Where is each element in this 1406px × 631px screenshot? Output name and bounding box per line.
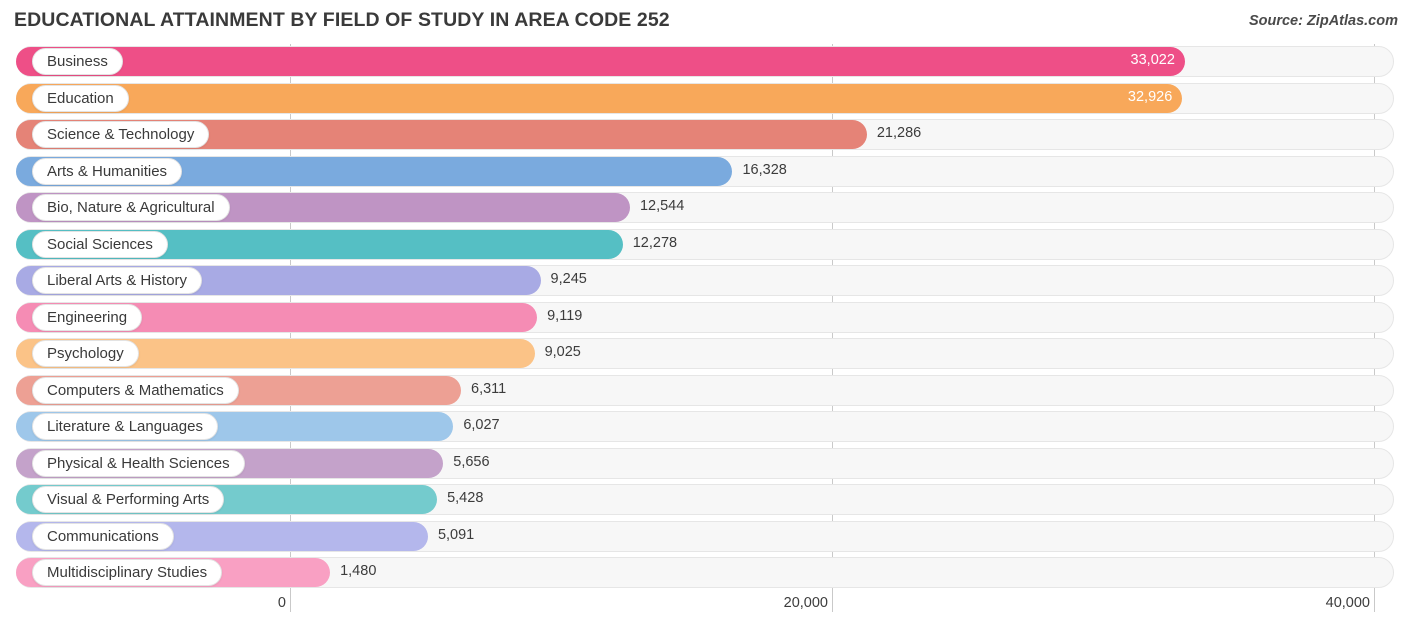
bar-value-label: 6,027: [463, 417, 500, 433]
axis-tick-line: [1374, 592, 1375, 612]
bar[interactable]: [16, 83, 1183, 113]
bar-row: Business 33,022: [0, 44, 1406, 81]
bar-row: Physical & Health Sciences 5,656: [0, 446, 1406, 483]
bar-row: Literature & Languages 6,027: [0, 409, 1406, 446]
bar-label-pill: Literature & Languages: [32, 413, 218, 440]
bar-label-pill: Computers & Mathematics: [32, 376, 239, 404]
bar-rows: Business 33,022 Education 32,926 Science & T…: [0, 44, 1406, 592]
bar-label: Liberal Arts & History: [47, 272, 188, 289]
bar-value-label: 6,311: [471, 380, 507, 397]
bar-label: Education: [47, 89, 114, 107]
bar-row: Engineering 9,119: [0, 300, 1406, 337]
bar-label-pill: Business: [32, 48, 123, 75]
bar-label-pill: Psychology: [32, 340, 139, 367]
chart-header: EDUCATIONAL ATTAINMENT BY FIELD OF STUDY…: [0, 0, 1406, 42]
bar-row: Science & Technology 21,286: [0, 117, 1406, 154]
bar-row: Bio, Nature & Agricultural 12,544: [0, 190, 1406, 227]
bar-value-label: 16,328: [742, 161, 787, 178]
bar-label: Business: [47, 53, 108, 70]
bar-value-label: 9,119: [547, 307, 583, 324]
axis-tick-line: [832, 592, 833, 612]
bar-label-pill: Liberal Arts & History: [32, 267, 203, 294]
bar-value-label: 33,022: [1130, 52, 1175, 68]
axis-tick-label: 0: [277, 595, 286, 611]
bar-label: Psychology: [47, 345, 124, 362]
bar-label: Multidisciplinary Studies: [47, 564, 208, 581]
bar-value-label: 5,428: [447, 490, 484, 506]
bar-row: Computers & Mathematics 6,311: [0, 373, 1406, 410]
bar-label: Engineering: [47, 308, 128, 326]
bar-label-pill: Engineering: [32, 303, 143, 331]
source-attribution: Source: ZipAtlas.com: [1248, 13, 1398, 29]
bar-row: Arts & Humanities 16,328: [0, 154, 1406, 191]
bar-label: Bio, Nature & Agricultural: [47, 199, 215, 216]
bar-label-pill: Communications: [32, 522, 174, 550]
bar-label: Literature & Languages: [47, 418, 203, 435]
bar-row: Visual & Performing Arts 5,428: [0, 482, 1406, 519]
bar-label: Social Sciences: [47, 235, 153, 253]
bar-value-label: 12,544: [639, 198, 685, 214]
bar-label-pill: Visual & Performing Arts: [32, 486, 225, 513]
bar-row: Multidisciplinary Studies 1,480: [0, 555, 1406, 592]
bar-label-pill: Multidisciplinary Studies: [32, 559, 223, 586]
bar-label-pill: Physical & Health Sciences: [32, 449, 245, 477]
bar[interactable]: [16, 47, 1185, 76]
bar-label: Computers & Mathematics: [47, 381, 224, 399]
bar-label-pill: Arts & Humanities: [32, 157, 183, 185]
axis-tick-label: 40,000: [1325, 595, 1370, 611]
bar-value-label: 9,025: [544, 344, 581, 360]
bar-row: Psychology 9,025: [0, 336, 1406, 373]
bar-label-pill: Bio, Nature & Agricultural: [32, 194, 230, 221]
bar-row: Social Sciences 12,278: [0, 227, 1406, 264]
bar-label-pill: Social Sciences: [32, 230, 168, 258]
bar-label: Communications: [47, 527, 159, 545]
bar-label: Physical & Health Sciences: [47, 454, 230, 472]
bar-value-label: 32,926: [1127, 88, 1173, 105]
axis-tick-label: 20,000: [783, 595, 828, 611]
bar-value-label: 5,656: [453, 453, 490, 470]
bar-row: Communications 5,091: [0, 519, 1406, 556]
bar-row: Education 32,926: [0, 81, 1406, 118]
x-axis: 0 20,000 40,000: [0, 592, 1406, 631]
bar-label: Science & Technology: [47, 126, 195, 143]
bar-value-label: 5,091: [437, 526, 475, 543]
bar-value-label: 21,286: [876, 125, 922, 141]
bar-label-pill: Science & Technology: [32, 121, 210, 148]
bar-label: Arts & Humanities: [47, 162, 168, 180]
bar-value-label: 1,480: [340, 563, 377, 579]
bar-row: Liberal Arts & History 9,245: [0, 263, 1406, 300]
bar-label: Visual & Performing Arts: [47, 491, 210, 508]
bar-value-label: 9,245: [550, 271, 587, 287]
axis-tick-line: [290, 592, 291, 612]
page-title: EDUCATIONAL ATTAINMENT BY FIELD OF STUDY…: [14, 9, 670, 31]
bar-label-pill: Education: [32, 84, 129, 112]
chart-plot-area: Business 33,022 Education 32,926 Science & T…: [0, 44, 1406, 592]
bar-value-label: 12,278: [632, 234, 678, 251]
